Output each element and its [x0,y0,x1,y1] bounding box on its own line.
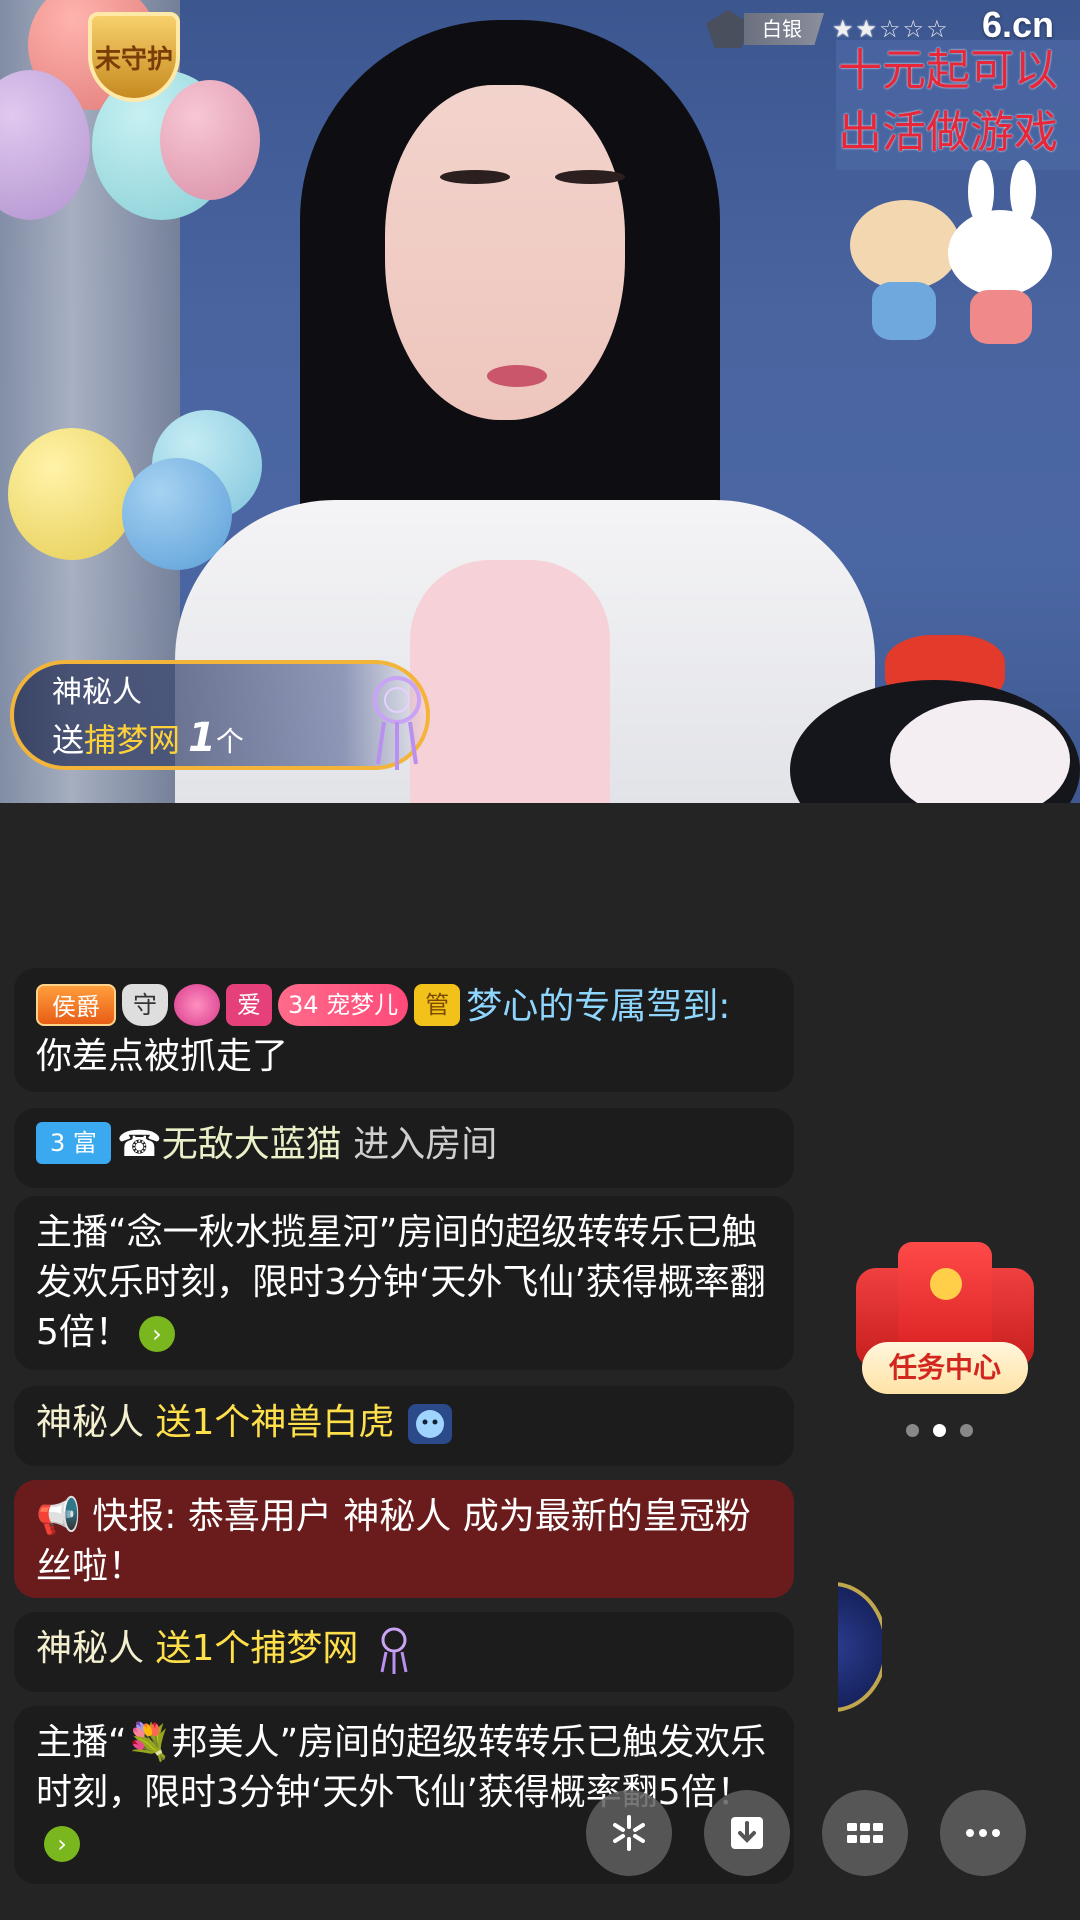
gift-unit: 个 [215,725,244,758]
chat-gift-message[interactable]: 神秘人 送1个捕梦网 [14,1612,794,1692]
promo-line: 十元起可以 [838,45,1058,96]
chat-gift-message[interactable]: 神秘人 送1个神兽白虎 [14,1386,794,1466]
chat-text: 你差点被抓走了 [36,1036,289,1077]
chat-system-message[interactable]: 主播“念一秋水揽星河”房间的超级转转乐已触发欢乐时刻，限时3分钟‘天外飞仙’获得… [14,1196,794,1370]
live-video-stream[interactable]: 末守护 白银 ★★☆☆☆ 6.cn 十元起可以 出活做游戏 神秘人 送捕梦网 1个 [0,0,1080,803]
chat-message[interactable]: 侯爵守爱 34 宠梦儿管梦心的专属驾到: 你差点被抓走了 [14,968,794,1092]
admin-badge: 管 [414,984,461,1026]
chat-action: 进入房间 [353,1124,498,1165]
more-dots-icon [966,1829,1000,1837]
dreamcatcher-gift-icon [380,1627,408,1674]
rank-emblem-icon [706,10,750,48]
bear-icon [850,200,960,290]
promo-line: 出活做游戏 [838,107,1058,158]
streamer-lips [487,365,547,387]
white-tiger-gift-icon [408,1404,453,1444]
chat-username[interactable]: 无敌大蓝猫 [162,1124,342,1165]
megaphone-icon: 📢 [36,1496,81,1537]
gift-text: 送1个神兽白虎 [155,1402,395,1443]
carousel-indicator [906,1424,973,1437]
download-icon [731,1817,763,1849]
streamer-eye [555,170,625,184]
streamer-eye [440,170,510,184]
wealth-badge: 3 富 [36,1122,111,1164]
balloon-decoration [160,80,260,200]
carousel-dot [906,1424,919,1437]
bunny-icon [948,210,1052,296]
chat-username[interactable]: 神秘人 [36,1402,144,1443]
alert-text: 快报: 恭喜用户 神秘人 成为最新的皇冠粉丝啦！ [36,1496,751,1587]
dreamcatcher-icon [373,676,421,770]
chat-username[interactable]: 梦心的专属驾到: [466,986,730,1027]
apps-grid-button[interactable] [822,1790,908,1876]
star-empty-icon: ☆☆☆ [879,15,950,43]
guard-badge-label: 末守护 [94,44,173,75]
coin-icon [930,1268,962,1300]
streamer-inner-top [410,560,610,803]
gift-action: 送 [52,721,85,759]
more-options-button[interactable] [940,1790,1026,1876]
activity-badge-partial[interactable] [838,1582,882,1762]
telephone-icon: ☎ [116,1124,162,1165]
wealth-label: 富 [72,1129,97,1157]
chat-username[interactable]: 神秘人 [36,1628,144,1669]
grid-icon [847,1823,883,1843]
guard-badge-icon: 守 [122,984,168,1026]
guard-shield-badge[interactable]: 末守护 [88,12,180,102]
chevron-right-icon[interactable]: › [44,1826,80,1862]
rank-stars: ★★☆☆☆ [832,15,950,43]
rank-label: 白银 [744,13,824,45]
love-badge: 爱 [226,984,272,1026]
gift-name: 捕梦网 [84,721,181,759]
chat-message-enter[interactable]: 3 富 ☎无敌大蓝猫 进入房间 [14,1108,794,1188]
heart-badge-icon [174,984,220,1026]
carousel-dot-active [933,1424,946,1437]
wealth-level: 3 [50,1129,66,1157]
fan-club-badge: 34 宠梦儿 [278,984,409,1026]
stream-promo-overlay: 十元起可以 出活做游戏 [836,40,1080,170]
sparkle-icon [613,1815,645,1851]
effects-button[interactable] [586,1790,672,1876]
task-center-label: 任务中心 [862,1342,1028,1394]
broadcast-alert-message[interactable]: 📢 快报: 恭喜用户 神秘人 成为最新的皇冠粉丝啦！ [14,1480,794,1598]
gift-text: 送1个捕梦网 [155,1628,359,1669]
gift-count: 1 [188,715,216,761]
task-center-widget[interactable]: 任务中心 [852,1240,1038,1410]
bear-bunny-sticker [830,160,1060,350]
fan-level: 34 [288,991,319,1019]
star-filled-icon: ★★ [832,15,880,43]
balloon-decoration [8,428,136,560]
chevron-right-icon[interactable]: › [138,1316,175,1352]
chat-system-message[interactable]: 主播“💐邦美人”房间的超级转转乐已触发欢乐时刻，限时3分钟‘天外飞仙’获得概率翻… [14,1706,794,1884]
download-button[interactable] [704,1790,790,1876]
fan-club-name: 宠梦儿 [326,991,399,1019]
rank-badge-marquis: 侯爵 [36,984,116,1026]
carousel-dot [960,1424,973,1437]
